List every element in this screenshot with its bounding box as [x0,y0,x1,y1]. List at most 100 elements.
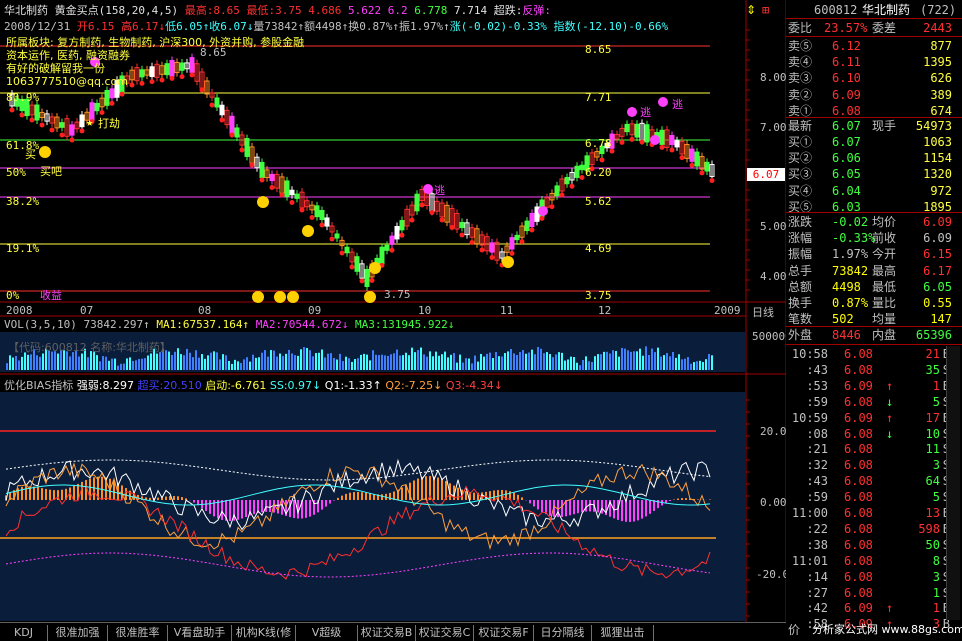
trail-dot [199,87,205,93]
trail-dot [529,227,535,233]
vol-bar [252,354,254,370]
hdrl1-seg-1: 黄金买点(158,20,4,5) [48,4,185,17]
period-label[interactable]: 日线 [752,304,774,320]
stat-label-1: 总手 [788,263,813,278]
trail-dot [249,162,255,168]
candle-body [364,268,370,288]
stat-value-1: 1.97% [832,247,869,262]
tick-row: 11:016.088S [786,553,962,569]
vol-bar [645,346,647,370]
help-icon[interactable]: ⊞ [762,2,769,18]
vol-bar [219,359,221,370]
vol-bar [345,356,347,370]
fib-label-0: 0% [6,289,20,302]
smiley-icon [364,291,376,303]
stat-value-2: 6.15 [923,247,952,262]
tick-time: :59 [806,490,828,505]
tab-9[interactable]: 日分隔线 [534,625,592,641]
quote-code: 600812 [814,3,858,17]
bias-qidong: 启动:-6.761 [205,379,267,392]
vol-bar [342,361,344,370]
candle-body [399,220,405,231]
vol-bar [417,350,419,370]
bias-header: 优化BIAS指标 强弱:8.297 超买:20.510 启动:-6.761 SS… [4,377,503,393]
trail-dot [419,202,425,208]
stat-value-2: 6.05 [923,279,952,294]
tab-6[interactable]: 权证交易B [358,625,416,641]
vol-bar [696,361,698,370]
vol-bar [24,352,26,370]
tick-row: :146.083S [786,569,962,585]
vol-header: VOL(3,5,10) 73842.297↑ MA1:67537.164↑ MA… [4,318,454,331]
stat-label-1: 涨跌 [788,215,813,229]
tick-time: :08 [806,426,828,441]
vol-bar [288,349,290,370]
high-label: 8.65 [200,46,227,59]
tick-scrollbar[interactable] [946,346,960,620]
candle-body [414,193,420,212]
hdrl1-seg-9: 超跌: [493,4,523,17]
vol-bar [264,350,266,370]
vol-bar [123,363,125,370]
vol-bar [534,354,536,370]
vol-bar [36,355,38,370]
trail-dot [319,222,325,228]
vol-bar [561,352,563,370]
marker-mai: 买 [25,148,36,161]
vol-bar [390,354,392,370]
trail-dot [369,277,375,283]
overlay-sector: 所属板块: 复方制药, 生物制药, 沪深300, 外资并购, 参股金融 [6,36,305,49]
tick-row: :426.09↑1B [786,600,962,616]
overlay-concept: 资本运作, 医药, 融资融券 [6,49,130,62]
stat-label-2: 均价 [872,215,897,229]
price-axis-8: 8.00 [760,71,787,84]
stat-value-1: 4498 [832,279,861,294]
sep-weibi [786,36,962,37]
overlay-note: 有好的破解留我一份 [6,62,105,75]
tab-5[interactable]: V超级MACD [296,625,358,641]
vol-bar [531,349,533,370]
trail-dot [109,100,115,106]
tab-1[interactable]: 很准加强 [48,625,108,641]
tao-dot [650,135,660,145]
tick-row: :276.081S [786,585,962,601]
tick-arrow: ↑ [886,601,894,616]
vol-bar [399,355,401,370]
vol-bar [126,358,128,370]
vol-bar [576,362,578,370]
vol-bar [441,354,443,370]
tab-4[interactable]: 机构K线(修 [232,625,296,641]
tab-2[interactable]: 很准胜率 [108,625,168,641]
tao-dot [538,206,548,216]
vol-bar [375,354,377,370]
vol-bar [570,356,572,370]
stat-value-2: 6.17 [923,263,952,278]
lock-icon[interactable]: ⇕ [746,3,756,17]
vol-bar [6,363,8,370]
fib-right-620: 6.20 [585,166,612,179]
bias-name: 优化BIAS指标 [4,379,74,392]
vol-bar [30,354,32,370]
tab-7[interactable]: 权证交易C [416,625,474,641]
date-2009: 2009 [714,304,741,317]
trail-dot [219,117,225,123]
vol-bar [585,356,587,370]
tab-3[interactable]: V看盘助手 [168,625,232,641]
tab-8[interactable]: 权证交易F [474,625,534,641]
vol-bar [15,355,17,370]
hdrl1-seg-3: 最低:3.75 [246,4,309,17]
candle-body [334,233,340,239]
vol-bar [369,360,371,370]
chart-ohlc-line: 2008/12/31 开6.15 高6.17↓低6.05↑收6.07↓量7384… [4,18,668,34]
tab-0[interactable]: KDJ [0,625,48,641]
buy-label: 买① [788,135,813,149]
vol-bar [636,351,638,370]
candle-body [624,123,630,133]
tab-10[interactable]: 狐狸出击 [592,625,654,641]
tick-volume: 3 [932,458,940,473]
vol-bar [501,356,503,370]
tick-price: 6.08 [844,458,873,473]
trail-dot [409,217,415,223]
trail-dot [49,127,55,133]
tick-time: :38 [806,537,828,552]
